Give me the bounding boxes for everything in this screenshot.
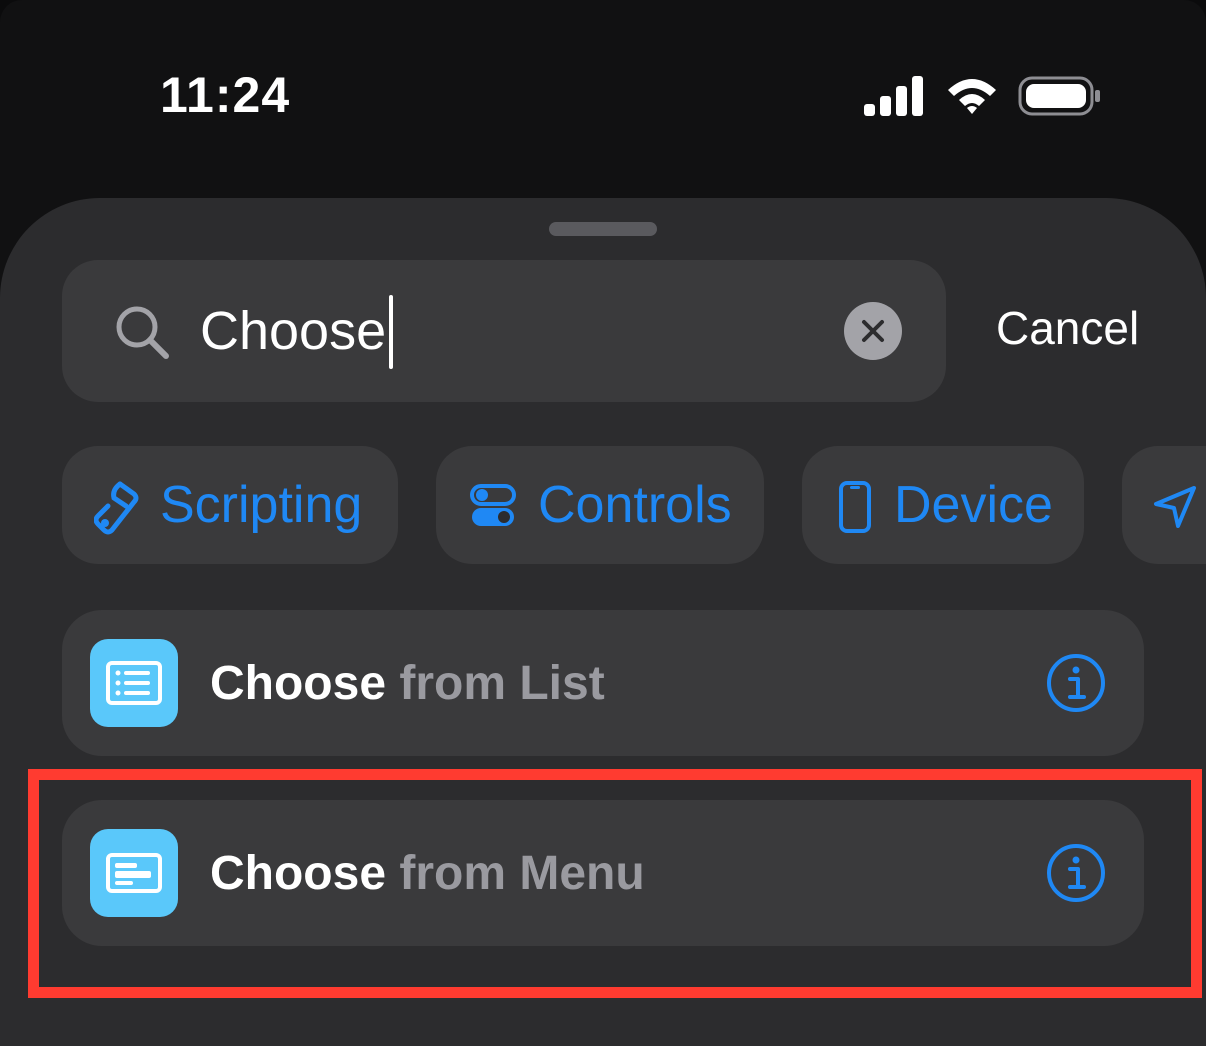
search-icon: [116, 306, 169, 359]
wifi-icon: [948, 79, 996, 114]
list-icon: [106, 661, 162, 705]
status-icons: [862, 74, 1102, 118]
battery-icon: [1018, 76, 1100, 116]
info-icon[interactable]: [1046, 653, 1106, 713]
action-title: Choose from List: [210, 654, 605, 714]
cellular-signal-icon: [864, 76, 923, 116]
search-input[interactable]: Choose: [200, 298, 386, 364]
action-title-match: Choose: [210, 657, 387, 710]
scripting-icon: [94, 481, 139, 535]
category-chip-device[interactable]: Device: [802, 446, 1084, 564]
clear-search-button[interactable]: [844, 302, 902, 360]
category-chip-label: Controls: [538, 476, 732, 534]
controls-toggle-icon: [470, 484, 516, 526]
category-chip-scripting[interactable]: Scripting: [62, 446, 398, 564]
category-chip-label: Device: [894, 476, 1053, 534]
status-time: 11:24: [160, 67, 291, 123]
category-chip-label: Scripting: [160, 476, 363, 534]
list-app-icon: [90, 639, 178, 727]
selection-highlight: [28, 769, 1202, 998]
action-row-choose-from-list[interactable]: Choose from List: [62, 610, 1144, 756]
category-chip-controls[interactable]: Controls: [436, 446, 764, 564]
sheet-grabber[interactable]: [549, 222, 657, 236]
cancel-button[interactable]: Cancel: [996, 298, 1139, 358]
category-chip-location[interactable]: [1122, 446, 1206, 564]
text-cursor: [389, 295, 393, 369]
phone-screen: 11:24 Choose Cancel Scripting Controls D…: [0, 0, 1206, 1046]
location-arrow-icon: [1154, 486, 1196, 528]
action-title-rest: from List: [386, 657, 605, 710]
clear-x-icon: [862, 320, 884, 342]
search-field[interactable]: Choose: [62, 260, 946, 402]
device-phone-icon: [839, 481, 871, 533]
